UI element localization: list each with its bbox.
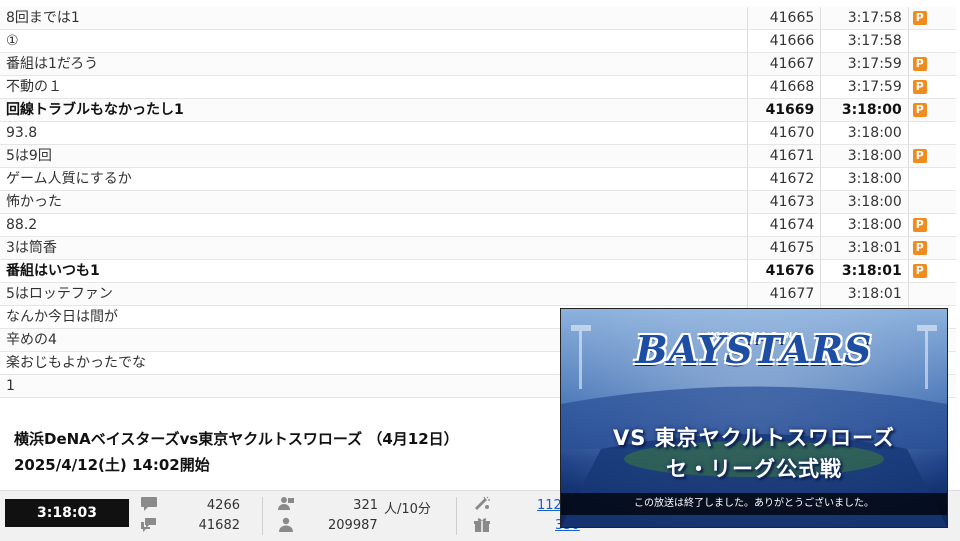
comment-time: 3:17:58	[820, 29, 909, 53]
premium-icon: P	[912, 80, 927, 94]
comment-time: 3:17:59	[820, 75, 909, 99]
comment-time: 3:17:59	[820, 52, 909, 76]
comment-row[interactable]: ゲーム人質にするか416723:18:00P	[0, 167, 956, 191]
comment-text: 回線トラブルもなかったし1	[0, 98, 748, 122]
comment-text: 3は筒香	[0, 236, 748, 260]
viewers-unit: 人/10分	[384, 502, 431, 517]
comment-premium-cell: P	[907, 236, 956, 260]
comment-time: 3:18:01	[820, 259, 909, 283]
elapsed-time: 3:18:03	[5, 499, 129, 527]
visitor-icon	[279, 517, 293, 532]
ad-icon	[475, 496, 490, 510]
comment-number: 41668	[746, 75, 821, 99]
comment-premium-cell: P	[907, 75, 956, 99]
comment-number: 41673	[746, 190, 821, 214]
comment-time: 3:18:00	[820, 121, 909, 145]
comment-text: 不動の１	[0, 75, 748, 99]
comment-time: 3:18:00	[820, 213, 909, 237]
comment-premium-cell: P	[907, 213, 956, 237]
comment-text: ①	[0, 29, 748, 53]
viewer-icon	[278, 497, 294, 510]
comment-time: 3:18:00	[820, 190, 909, 214]
comment-premium-cell: P	[907, 167, 956, 191]
comment-premium-cell: P	[907, 259, 956, 283]
premium-icon: P	[912, 103, 927, 117]
premium-icon: P	[912, 11, 927, 25]
comment-number: 41674	[746, 213, 821, 237]
comment-number: 41667	[746, 52, 821, 76]
comment-number: 41675	[746, 236, 821, 260]
comment-row[interactable]: 3は筒香 41675 3:18:01 P	[0, 236, 956, 260]
comment-number: 41676	[746, 259, 821, 283]
premium-icon: P	[912, 264, 927, 278]
comment-time: 3:18:00	[820, 167, 909, 191]
comment-time: 3:18:00	[820, 144, 909, 168]
comment-time: 3:18:01	[820, 236, 909, 260]
premium-icon: P	[912, 57, 927, 71]
comment-text: 番組は1だろう	[0, 52, 748, 76]
comment-premium-cell: P	[907, 52, 956, 76]
comment-icon	[141, 497, 157, 511]
comment-premium-cell: P	[907, 7, 956, 30]
comment-row[interactable]: 回線トラブルもなかったし1 41669 3:18:00 P	[0, 98, 956, 122]
program-info: 横浜DeNAベイスターズvs東京ヤクルトスワローズ （4月12日） 2025/4…	[0, 408, 560, 490]
viewers-active: 321	[353, 498, 378, 513]
comment-row[interactable]: 番組はいつも1 41676 3:18:01 P	[0, 259, 956, 283]
comment-time: 3:17:58	[820, 7, 909, 30]
premium-icon: P	[912, 149, 927, 163]
comment-premium-cell: P	[907, 29, 956, 53]
video-player[interactable]: YOKOHAMA DeNA BAYSTARS VS 東京ヤクルトスワローズ セ・…	[560, 308, 948, 528]
comment-row[interactable]: 88.2 41674 3:18:00 P	[0, 213, 956, 237]
comment-premium-cell: P	[907, 144, 956, 168]
comment-premium-cell: P	[907, 190, 956, 214]
ads-count-link[interactable]: 112	[537, 498, 562, 513]
comment-text: 5はロッテファン	[0, 282, 748, 306]
comment-time: 3:18:00	[820, 98, 909, 122]
comment-number: 41669	[746, 98, 821, 122]
comment-number: 41677	[746, 282, 821, 306]
comment-number: 41665	[746, 7, 821, 30]
league-title: セ・リーグ公式戦	[666, 457, 842, 481]
comment-text: 93.8	[0, 121, 748, 145]
comment-text: ゲーム人質にするか	[0, 167, 748, 191]
comment-text: 番組はいつも1	[0, 259, 748, 283]
comment-row[interactable]: 8回までは1 41665 3:17:58 P	[0, 7, 956, 30]
comment-number: 41671	[746, 144, 821, 168]
comments-per-period: 4266	[206, 498, 240, 513]
comment-text: 5は9回	[0, 144, 748, 168]
comment-text: 怖かった	[0, 190, 748, 214]
separator	[262, 497, 263, 535]
comment-row[interactable]: 5はロッテファン416773:18:01P	[0, 282, 956, 306]
comment-row[interactable]: ①416663:17:58P	[0, 29, 956, 53]
premium-icon: P	[912, 241, 927, 255]
comment-row[interactable]: 不動の１ 41668 3:17:59 P	[0, 75, 956, 99]
comment-text: 88.2	[0, 213, 748, 237]
broadcast-end-message: この放送は終了しました。ありがとうございました。	[561, 493, 947, 515]
comment-row[interactable]: 93.8416703:18:00P	[0, 121, 956, 145]
comment-number: 41670	[746, 121, 821, 145]
comments-total-icon	[141, 518, 156, 532]
program-title[interactable]: 横浜DeNAベイスターズvs東京ヤクルトスワローズ （4月12日）	[14, 428, 459, 449]
comment-text: 8回までは1	[0, 7, 748, 30]
comment-number: 41666	[746, 29, 821, 53]
separator	[456, 497, 457, 535]
comment-time: 3:18:01	[820, 282, 909, 306]
comments-total: 41682	[198, 518, 240, 533]
comment-row[interactable]: 5は9回 41671 3:18:00 P	[0, 144, 956, 168]
comment-premium-cell: P	[907, 121, 956, 145]
comment-row[interactable]: 番組は1だろう 41667 3:17:59 P	[0, 52, 956, 76]
comment-premium-cell: P	[907, 98, 956, 122]
team-logo: BAYSTARS	[635, 327, 873, 372]
matchup-title: VS 東京ヤクルトスワローズ	[612, 426, 895, 450]
viewers-total: 209987	[328, 518, 378, 533]
program-date: 2025/4/12(土) 14:02開始	[14, 456, 210, 474]
comment-premium-cell: P	[907, 282, 956, 306]
premium-icon: P	[912, 218, 927, 232]
comment-number: 41672	[746, 167, 821, 191]
comment-row[interactable]: 怖かった416733:18:00P	[0, 190, 956, 214]
gift-icon	[474, 518, 490, 532]
